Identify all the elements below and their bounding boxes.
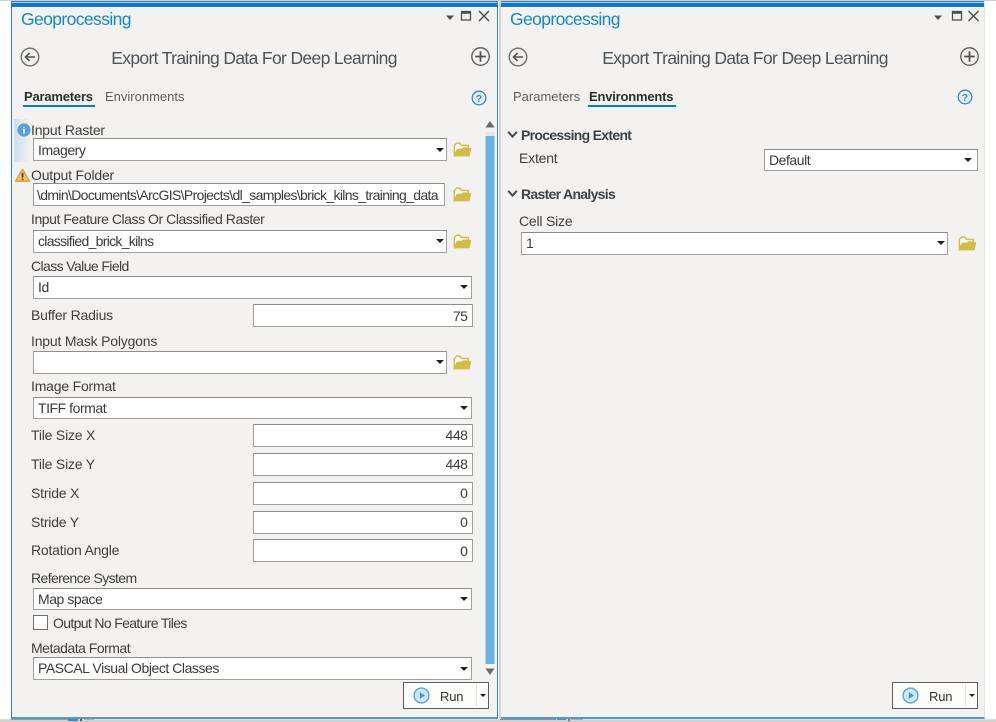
- svg-text:?: ?: [475, 93, 481, 105]
- svg-text:?: ?: [962, 92, 968, 104]
- svg-text:i: i: [22, 126, 25, 136]
